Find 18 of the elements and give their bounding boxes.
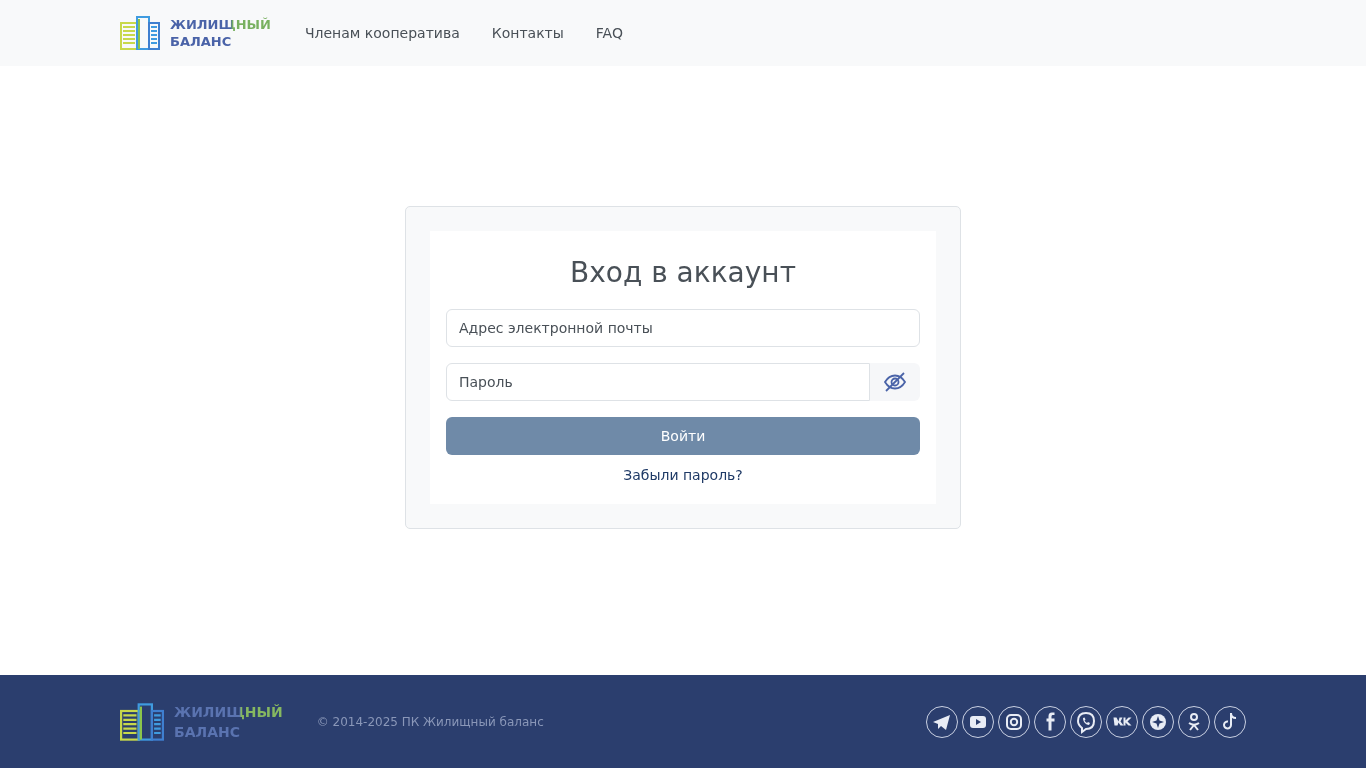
nav-link[interactable]: FAQ xyxy=(595,25,623,41)
password-field[interactable]: Пароль xyxy=(446,363,870,401)
phone-bubble-icon xyxy=(1074,709,1098,734)
login-button[interactable]: Войти xyxy=(446,417,920,455)
forgot-password-link[interactable]: Забыли пароль? xyxy=(623,465,743,485)
nav-link[interactable]: Контакты xyxy=(491,25,564,41)
email-field[interactable]: Адрес электронной почты xyxy=(446,309,920,347)
logo-text[interactable]: БАЛАНС xyxy=(170,33,271,50)
f-letter-icon xyxy=(1045,712,1055,731)
login-title: Вход в аккаунт xyxy=(570,255,796,291)
building-logo-icon xyxy=(120,701,164,742)
logo-text[interactable]: ЖИЛИЩНЫЙ xyxy=(170,16,271,33)
nav-link[interactable]: Членам кооператива xyxy=(304,25,460,41)
crossed-eye-icon xyxy=(883,372,907,392)
building-logo-icon xyxy=(120,15,160,51)
vk-letters-icon xyxy=(1112,717,1132,726)
show-password-button[interactable] xyxy=(870,363,920,401)
copyright-text: © 2014-2025 ПК Жилищный баланс xyxy=(316,714,544,729)
